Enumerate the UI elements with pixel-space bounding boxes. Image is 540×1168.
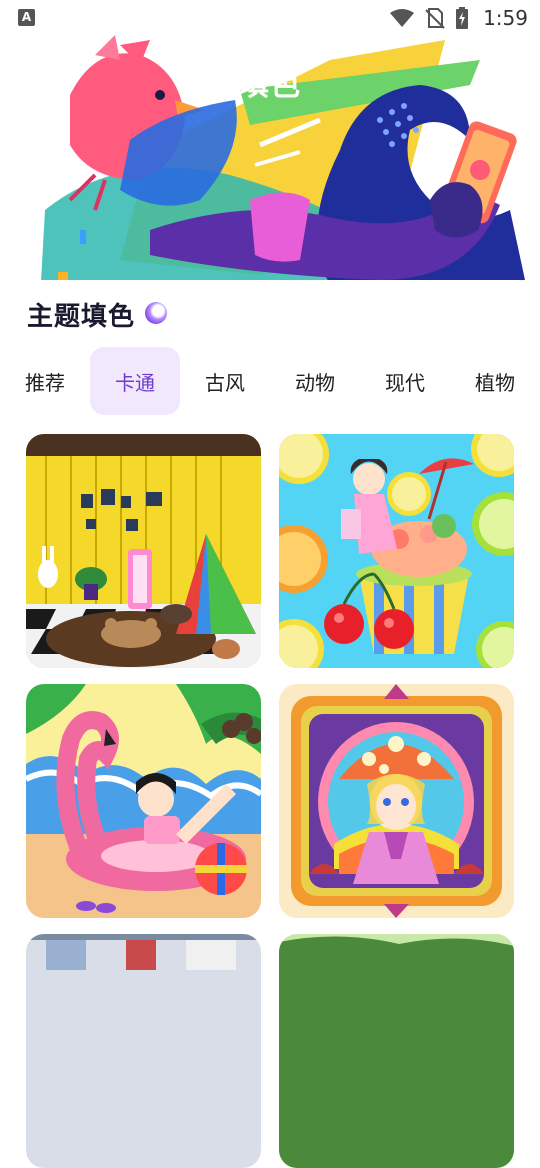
- artwork-card-city-street[interactable]: [26, 934, 261, 1168]
- artwork-card-green-hills[interactable]: [279, 934, 514, 1168]
- artwork-card-girl-on-dessert[interactable]: [279, 434, 514, 668]
- tab-animals[interactable]: 动物: [270, 347, 360, 415]
- cartoon-room-image: [26, 434, 261, 668]
- artwork-card-flamingo-float[interactable]: [26, 684, 261, 918]
- purple-orb-icon: [145, 302, 167, 324]
- status-bar: A 1:59: [0, 0, 540, 36]
- green-hills-image: [279, 934, 514, 1168]
- status-icons: 1:59: [389, 4, 528, 32]
- tab-cartoon[interactable]: 卡通: [90, 347, 180, 415]
- artwork-card-cartoon-room[interactable]: [26, 434, 261, 668]
- hero-illustration: [0, 0, 540, 300]
- tab-modern[interactable]: 现代: [360, 347, 450, 415]
- flamingo-float-image: [26, 684, 261, 918]
- no-sim-icon: [425, 8, 445, 29]
- tab-ancient-style[interactable]: 古风: [180, 347, 270, 415]
- app-notification-icon: A: [18, 9, 35, 26]
- clock: 1:59: [483, 6, 528, 30]
- city-street-image: [26, 934, 261, 1168]
- girl-on-dessert-image: [279, 434, 514, 668]
- artwork-card-mushroom-girl[interactable]: [279, 684, 514, 918]
- wifi-icon: [390, 9, 415, 27]
- battery-charging-icon: [456, 7, 469, 29]
- tab-recommended[interactable]: 推荐: [0, 347, 90, 415]
- mushroom-girl-image: [279, 684, 514, 918]
- section-title: 主题填色: [27, 302, 136, 332]
- hero-banner: [0, 0, 540, 300]
- page-title: 填色: [239, 68, 301, 103]
- category-tabs: 推荐 卡通 古风 动物 现代 植物: [0, 347, 540, 415]
- tab-plants[interactable]: 植物: [450, 347, 540, 415]
